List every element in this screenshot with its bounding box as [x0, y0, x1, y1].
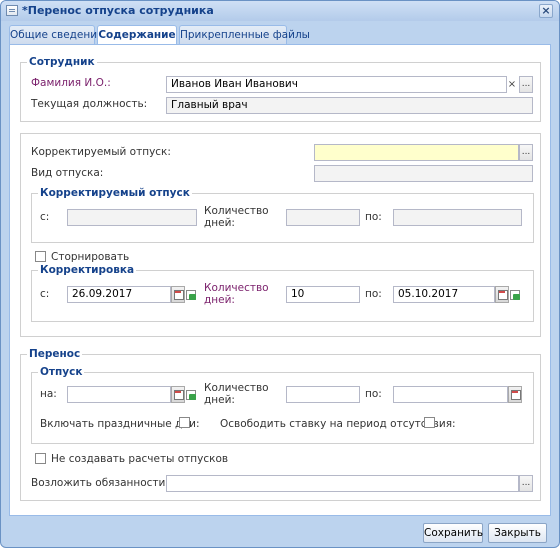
transfer-to-calendar-icon[interactable]	[508, 386, 522, 403]
fio-select-button[interactable]: ...	[519, 76, 533, 93]
corrected-from-field	[67, 209, 197, 226]
no-calc-label: Не создавать расчеты отпусков	[51, 453, 229, 465]
correction-from-field[interactable]: 26.09.2017	[67, 286, 171, 303]
duties-field[interactable]	[166, 475, 519, 492]
correction-to-calendar-icon[interactable]	[495, 286, 509, 303]
employee-group-title: Сотрудник	[27, 56, 97, 68]
corrected-days-label-1: Количество	[204, 205, 269, 217]
window-title: *Перенос отпуска сотрудника	[22, 4, 214, 17]
free-rate-label: Освободить ставку на период отсутствия:	[220, 418, 456, 430]
correction-to-clear-icon[interactable]	[509, 288, 521, 302]
transfer-on-field[interactable]	[67, 386, 171, 403]
vacation-type-field	[314, 165, 533, 182]
close-button[interactable]: Закрыть	[488, 523, 547, 543]
corrected-to-label: по:	[365, 211, 382, 223]
transfer-vacation-window: *Перенос отпуска сотрудника × Общие свед…	[0, 0, 560, 548]
correction-group-title: Корректировка	[38, 264, 137, 276]
fio-clear-button[interactable]: ×	[506, 77, 518, 92]
tab-general[interactable]: Общие сведения	[9, 25, 103, 44]
corrected-vacation-group-title: Корректируемый отпуск	[38, 187, 192, 199]
correction-group: Корректировка с: 26.09.2017 Количество д…	[31, 264, 534, 322]
transfer-on-label: на:	[40, 388, 57, 400]
reverse-label: Сторнировать	[51, 251, 130, 263]
correction-to-field[interactable]: 05.10.2017	[393, 286, 495, 303]
corrected-days-label-2: дней:	[204, 217, 235, 229]
correction-from-calendar-icon[interactable]	[171, 286, 185, 303]
fio-field[interactable]: Иванов Иван Иванович	[166, 76, 507, 93]
correction-from-clear-icon[interactable]	[185, 288, 197, 302]
transfer-to-field[interactable]	[393, 386, 508, 403]
transfer-on-calendar-icon[interactable]	[171, 386, 185, 403]
transfer-days-label-1: Количество	[204, 382, 269, 394]
correction-days-field[interactable]: 10	[286, 286, 360, 303]
corrected-vacation-group: Корректируемый отпуск с: Количество дней…	[31, 187, 534, 243]
no-calc-checkbox[interactable]	[35, 453, 46, 464]
transfer-group: Перенос Отпуск на: Количество дней: по: …	[20, 348, 541, 501]
holidays-label: Включать праздничные дни:	[40, 418, 200, 430]
corrected-to-field	[393, 209, 522, 226]
duties-label: Возложить обязанности на:	[31, 477, 186, 489]
free-rate-checkbox[interactable]	[424, 417, 435, 428]
transfer-vacation-group-title: Отпуск	[38, 366, 85, 378]
position-field: Главный врач	[166, 97, 533, 114]
tab-content[interactable]: Содержание	[97, 25, 177, 45]
transfer-to-label: по:	[365, 388, 382, 400]
correction-from-label: с:	[40, 288, 50, 300]
transfer-days-field[interactable]	[286, 386, 360, 403]
corrected-vacation-field[interactable]	[314, 144, 519, 161]
corrected-days-field	[286, 209, 360, 226]
duties-select-button[interactable]: ...	[519, 475, 533, 492]
correction-days-label-2: дней:	[204, 294, 235, 306]
vacation-type-label: Вид отпуска:	[31, 167, 104, 179]
fio-label: Фамилия И.О.:	[31, 77, 111, 89]
vacation-group: Корректируемый отпуск: ... Вид отпуска: …	[20, 133, 541, 337]
correction-days-label-1: Количество	[204, 282, 269, 294]
window-close-button[interactable]: ×	[539, 4, 553, 18]
transfer-days-label-2: дней:	[204, 394, 235, 406]
corrected-vacation-select-button[interactable]: ...	[519, 144, 533, 161]
title-bar[interactable]: *Перенос отпуска сотрудника ×	[1, 1, 559, 21]
window-icon	[6, 5, 18, 16]
transfer-on-clear-icon[interactable]	[185, 388, 197, 402]
save-button[interactable]: Сохранить	[423, 523, 483, 543]
tab-attachments[interactable]: Прикрепленные файлы	[179, 25, 310, 44]
corrected-from-label: с:	[40, 211, 50, 223]
reverse-checkbox[interactable]	[35, 251, 46, 262]
correction-to-label: по:	[365, 288, 382, 300]
transfer-group-title: Перенос	[27, 348, 83, 360]
holidays-checkbox[interactable]	[179, 417, 190, 428]
employee-group: Сотрудник Фамилия И.О.: Иванов Иван Иван…	[20, 56, 541, 122]
content-panel: Сотрудник Фамилия И.О.: Иванов Иван Иван…	[9, 44, 551, 516]
position-label: Текущая должность:	[31, 98, 148, 110]
transfer-vacation-group: Отпуск на: Количество дней: по: Включать…	[31, 366, 534, 444]
corrected-vacation-label: Корректируемый отпуск:	[31, 146, 171, 158]
